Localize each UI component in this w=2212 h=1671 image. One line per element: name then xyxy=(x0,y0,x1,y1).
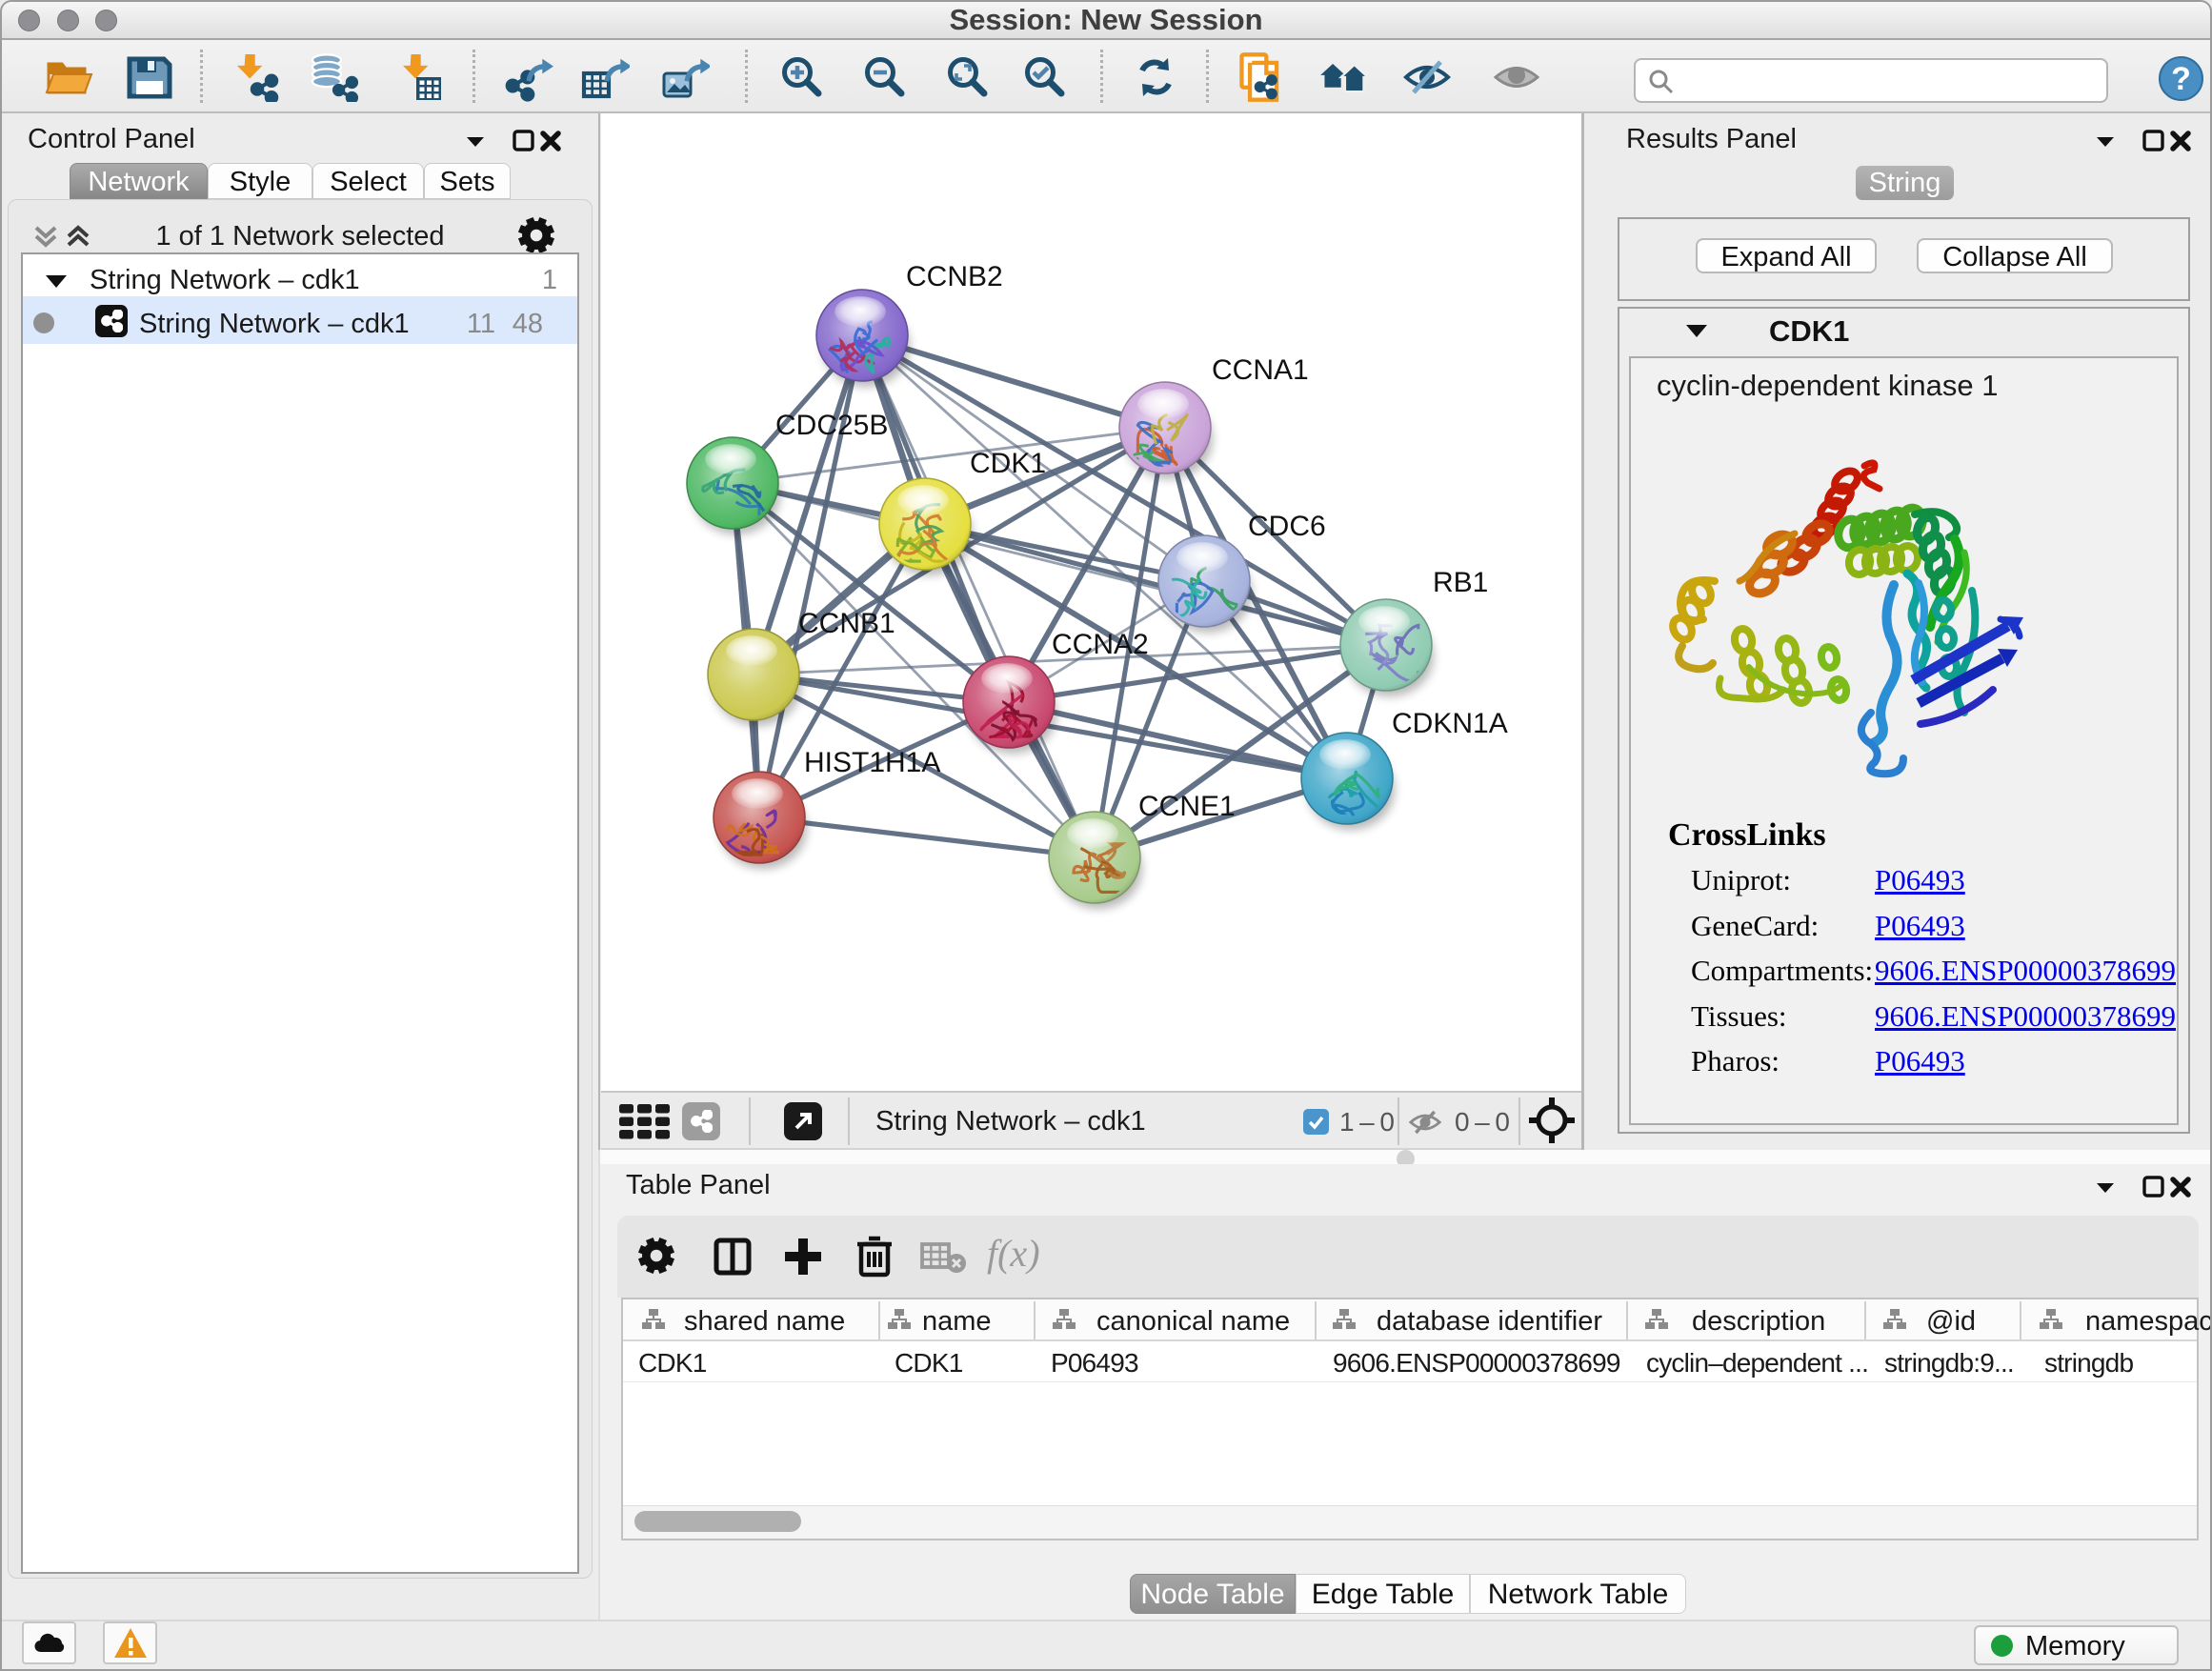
svg-text:CCNE1: CCNE1 xyxy=(1138,791,1236,822)
svg-text:CCNB2: CCNB2 xyxy=(906,261,1003,292)
svg-text:CCNB1: CCNB1 xyxy=(798,608,895,639)
svg-text:CCNA1: CCNA1 xyxy=(1212,354,1309,386)
svg-text:HIST1H1A: HIST1H1A xyxy=(804,747,940,778)
svg-text:CDKN1A: CDKN1A xyxy=(1392,708,1508,739)
svg-text:CDK1: CDK1 xyxy=(970,448,1046,479)
svg-text:CDC25B: CDC25B xyxy=(775,410,888,441)
svg-text:CDC6: CDC6 xyxy=(1248,511,1326,542)
svg-text:RB1: RB1 xyxy=(1433,567,1488,598)
svg-text:CCNA2: CCNA2 xyxy=(1052,629,1149,660)
